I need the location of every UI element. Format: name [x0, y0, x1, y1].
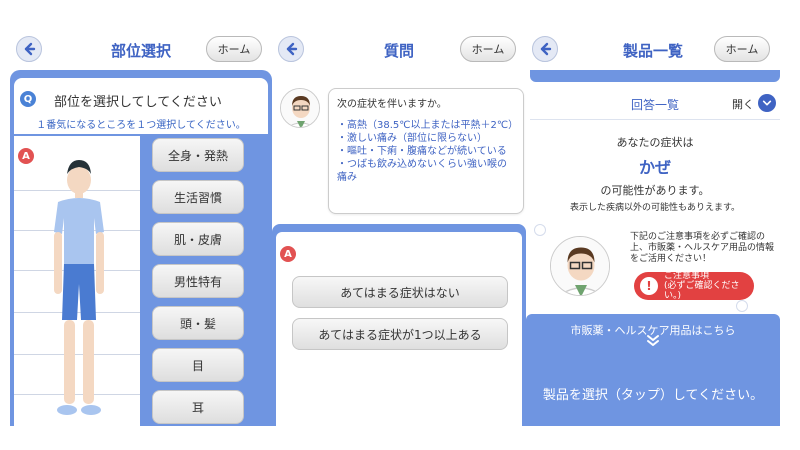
- category-button[interactable]: 頭・髪: [152, 306, 244, 340]
- home-button[interactable]: ホーム: [460, 36, 516, 62]
- symptom-item: ・嘔吐・下痢・腹痛などが続いている: [337, 146, 507, 157]
- decoration-circle: [736, 300, 748, 312]
- caution-button[interactable]: ! ご注意事項 (必ずご確認ください。): [634, 271, 754, 301]
- home-button[interactable]: ホーム: [206, 36, 262, 62]
- category-button[interactable]: 生活習慣: [152, 180, 244, 214]
- result-condition: かぜ: [638, 158, 671, 177]
- category-button[interactable]: 肌・皮膚: [152, 222, 244, 256]
- caution-button-label: ご注意事項 (必ずご確認ください。): [664, 271, 754, 301]
- category-button[interactable]: 男性特有: [152, 264, 244, 298]
- screens-container: 部位選択 ホーム Q 部位を選択してしてください １番気になるところを１つ選択し…: [0, 0, 800, 450]
- question-badge: Q: [20, 91, 36, 107]
- question-text: 次の症状を伴いますか。: [337, 99, 447, 110]
- question-screen: 質問 ホーム 次の症状を伴いますか。 ・高熱（38.5℃以上または平熱＋2℃） …: [272, 0, 526, 426]
- header: 部位選択 ホーム: [10, 30, 272, 68]
- question-subtitle: １番気になるところを１つ選択してください。: [36, 120, 246, 131]
- result-intro: あなたの症状は: [616, 136, 694, 149]
- doctor-avatar: [550, 236, 610, 296]
- header: 質問 ホーム: [272, 30, 526, 68]
- body-figure-area: A: [14, 136, 140, 426]
- top-strip: [530, 70, 780, 82]
- decoration-circle: [534, 224, 546, 236]
- caution-message: 下記のご注意事項を必ずご確認の上、市販薬・ヘルスケア用品の情報をご活用ください！: [630, 232, 775, 264]
- symptom-item: ・高熱（38.5℃以上または平熱＋2℃）: [337, 120, 519, 131]
- results-header[interactable]: 回答一覧 開く: [530, 86, 780, 120]
- doctor-icon: [281, 89, 319, 127]
- products-screen: 製品一覧 ホーム 回答一覧 開く あなたの症状は かぜ の可能性があります。 表…: [526, 0, 780, 426]
- header: 製品一覧 ホーム: [526, 30, 780, 68]
- question-bubble: 次の症状を伴いますか。 ・高熱（38.5℃以上または平熱＋2℃） ・激しい痛み（…: [328, 88, 524, 214]
- answer-has-symptoms-button[interactable]: あてはまる症状が1つ以上ある: [292, 318, 508, 350]
- caution-line2: (必ずご確認ください。): [664, 281, 740, 301]
- symptom-item: ・激しい痛み（部位に限らない）: [337, 133, 487, 144]
- category-button[interactable]: 全身・発熱: [152, 138, 244, 172]
- doctor-icon: [551, 237, 609, 295]
- answer-badge: A: [18, 148, 34, 164]
- diagnosis-result: あなたの症状は かぜ の可能性があります。 表示した疾病以外の可能性もありえます…: [530, 124, 780, 218]
- double-chevron-down-icon: [526, 334, 780, 349]
- body-figure-icon[interactable]: [44, 152, 114, 424]
- question-card: Q 部位を選択してしてください １番気になるところを１つ選択してください。: [14, 78, 268, 134]
- symptom-item: ・つばも飲み込めないくらい強い喉の痛み: [337, 159, 507, 183]
- answer-badge: A: [280, 246, 296, 262]
- category-button[interactable]: 耳: [152, 390, 244, 424]
- result-note: 表示した疾病以外の可能性もありえます。: [569, 203, 741, 213]
- category-button[interactable]: 目: [152, 348, 244, 382]
- exclamation-icon: !: [640, 277, 658, 295]
- answer-no-symptoms-button[interactable]: あてはまる症状はない: [292, 276, 508, 308]
- question-title: 部位を選択してしてください: [54, 95, 222, 110]
- chevron-down-icon[interactable]: [758, 94, 776, 112]
- home-button[interactable]: ホーム: [714, 36, 770, 62]
- open-label[interactable]: 開く: [732, 96, 754, 112]
- doctor-avatar: [280, 88, 320, 128]
- result-outro: の可能性があります。: [600, 184, 710, 197]
- caution-line1: ご注意事項: [664, 271, 710, 281]
- body-part-screen: 部位選択 ホーム Q 部位を選択してしてください １番気になるところを１つ選択し…: [10, 0, 272, 426]
- product-instruction: 製品を選択（タップ）してください。: [542, 388, 764, 403]
